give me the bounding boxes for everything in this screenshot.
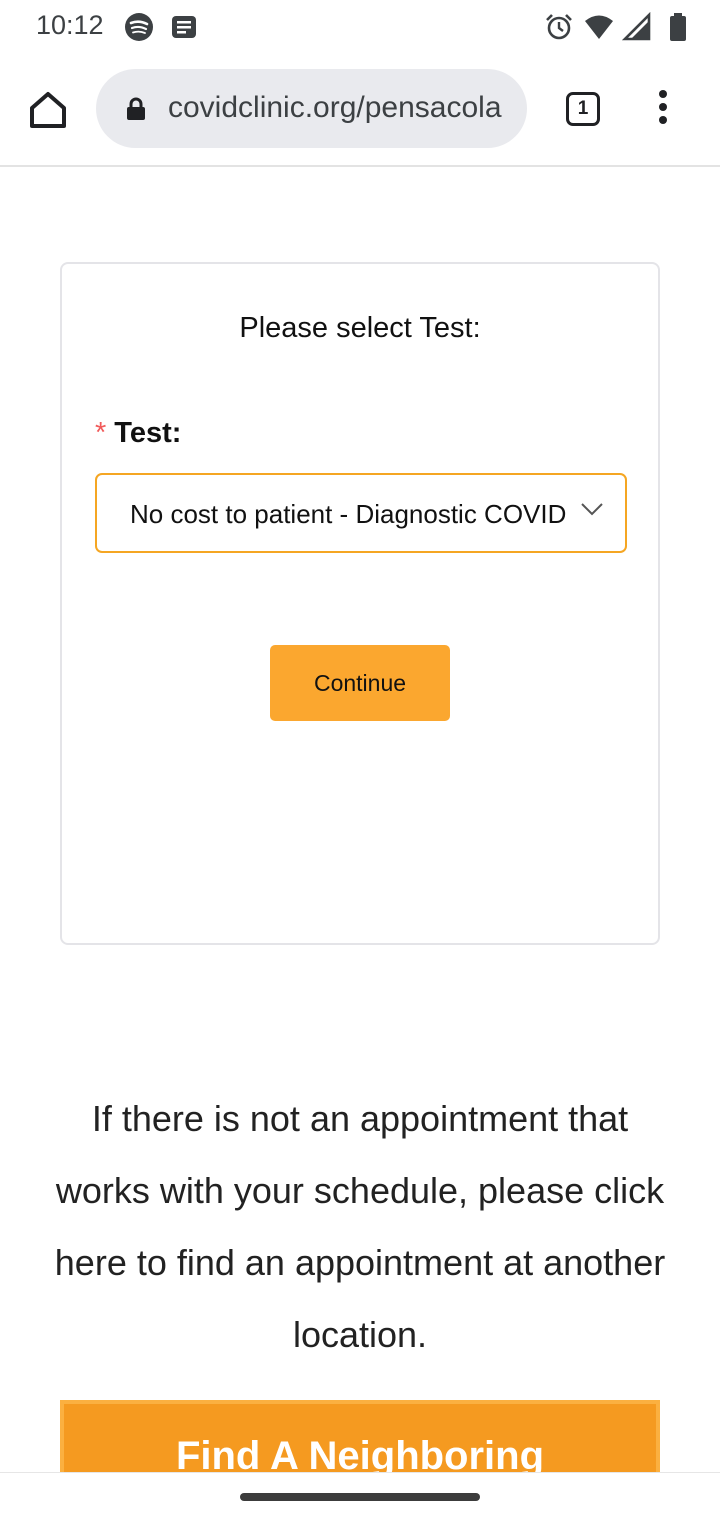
test-selection-card: Please select Test: * Test: No cost to pa…: [60, 262, 660, 945]
test-field-label: * Test:: [95, 417, 181, 450]
system-nav-bar: [0, 1472, 720, 1521]
url-text: covidclinic.org/pensacola: [168, 91, 502, 124]
test-select-value: No cost to patient - Diagnostic COVID-19…: [130, 499, 566, 529]
find-neighboring-button[interactable]: Find A Neighboring: [60, 1400, 660, 1480]
status-time: 10:12: [36, 10, 104, 40]
home-icon[interactable]: [26, 88, 70, 132]
wifi-icon: [585, 15, 613, 39]
signal-icon: [622, 12, 651, 41]
test-label-text: Test:: [114, 417, 182, 449]
browser-toolbar: covidclinic.org/pensacola 1: [0, 54, 720, 167]
tab-switcher-button[interactable]: 1: [566, 92, 600, 126]
spotify-icon: [125, 13, 153, 41]
card-title: Please select Test:: [239, 312, 481, 344]
required-marker: *: [95, 417, 107, 449]
battery-icon: [670, 13, 686, 41]
status-bar: 10:12: [0, 0, 720, 54]
alarm-icon: [546, 14, 572, 40]
address-bar[interactable]: covidclinic.org/pensacola: [96, 69, 527, 148]
alternate-location-text[interactable]: If there is not an appointment that work…: [40, 1083, 680, 1371]
menu-icon[interactable]: [650, 90, 676, 130]
news-icon: [172, 16, 196, 38]
test-select[interactable]: No cost to patient - Diagnostic COVID-19…: [95, 473, 627, 553]
continue-button[interactable]: Continue: [270, 645, 450, 721]
chevron-down-icon: [581, 503, 603, 516]
lock-icon: [127, 97, 145, 120]
gesture-handle[interactable]: [240, 1493, 480, 1501]
